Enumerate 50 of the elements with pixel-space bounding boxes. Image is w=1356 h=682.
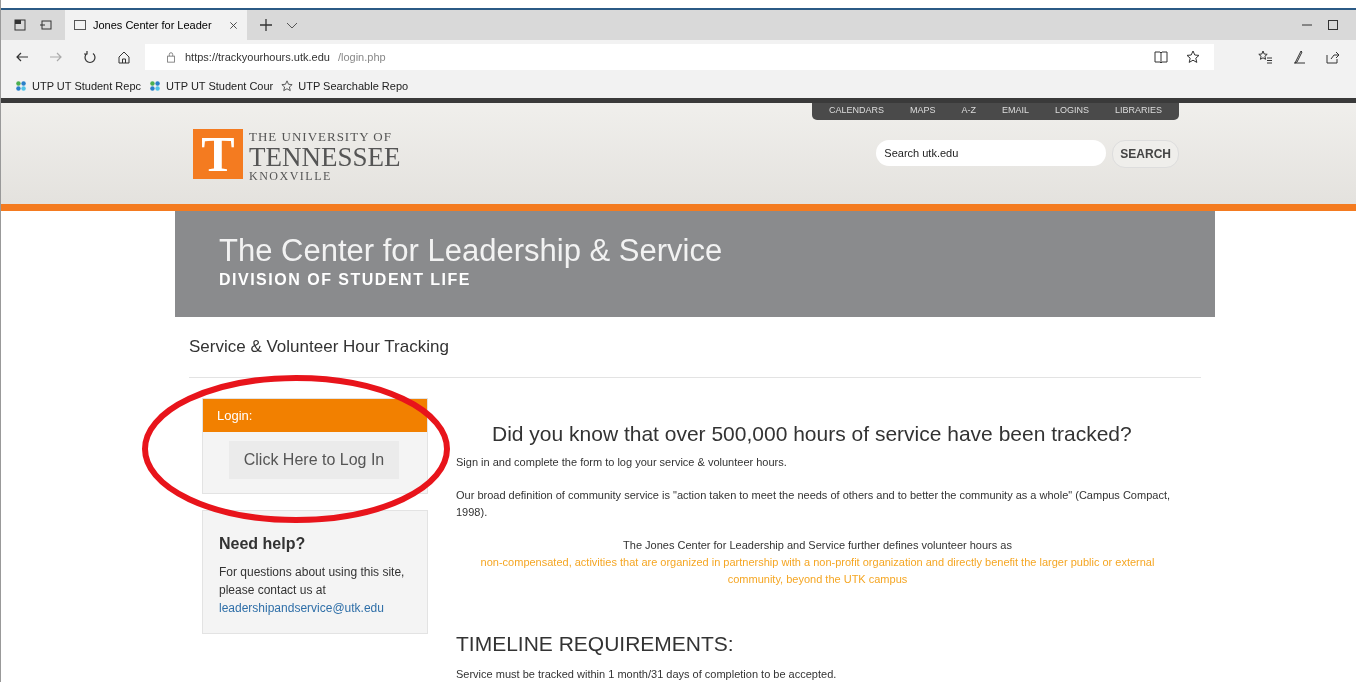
refresh-icon[interactable]	[83, 50, 97, 64]
pen-icon[interactable]	[1292, 50, 1306, 64]
reading-view-icon[interactable]	[1154, 50, 1168, 64]
top-link[interactable]: LIBRARIES	[1101, 103, 1175, 120]
logo-mark: T	[193, 129, 243, 179]
tabs-aside-icon[interactable]	[39, 18, 53, 32]
help-heading: Need help?	[219, 535, 307, 553]
headline: Did you know that over 500,000 hours of service have been tracked?	[492, 422, 1133, 446]
top-link[interactable]: A-Z	[948, 103, 989, 120]
logo-text: KNOXVILLE	[249, 169, 333, 184]
top-link[interactable]: EMAIL	[988, 103, 1042, 120]
top-link[interactable]: CALENDARS	[815, 103, 897, 120]
home-icon[interactable]	[117, 50, 131, 64]
definition-text: The Jones Center for Leadership and Service further defines volunteer hours as	[622, 538, 1013, 553]
banner-subtitle: DIVISION OF STUDENT LIFE	[219, 271, 472, 289]
logo-text: THE UNIVERSITY OF	[249, 129, 393, 145]
address-bar[interactable]: https://trackyourhours.utk.edu /login.php	[145, 44, 1214, 70]
bookmark[interactable]: UTP UT Student Cour	[149, 80, 274, 92]
login-header: Login:	[203, 399, 427, 432]
banner-title: The Center for Leadership & Service	[219, 233, 724, 269]
timeline-text: Service must be tracked within 1 month/31 days of completion to be accepted.	[456, 667, 838, 682]
search-button[interactable]: SEARCH	[1112, 140, 1179, 168]
lock-icon	[165, 51, 177, 63]
search-field[interactable]: Search utk.edu	[876, 140, 1107, 166]
section-heading: TIMELINE REQUIREMENTS:	[456, 632, 735, 656]
browser-tab[interactable]: Jones Center for Leader	[65, 10, 247, 40]
definition-text: Our broad definition of community service is "action taken to meet the needs of others and to better the community as a whole" (Campus Compact, 1998).	[456, 488, 1171, 520]
bookmark[interactable]: UTP UT Student Repc	[15, 80, 142, 92]
logo-text: TENNESSEE	[249, 145, 401, 169]
close-icon[interactable]	[227, 19, 239, 31]
page-icon	[73, 18, 87, 32]
intro-text: Sign in and complete the form to log your service & volunteer hours.	[456, 455, 788, 470]
bookmark[interactable]: UTP Searchable Repo	[281, 80, 409, 92]
top-link[interactable]: MAPS	[896, 103, 949, 120]
star-icon[interactable]	[1186, 50, 1200, 64]
contact-address-link[interactable]: leadershipandservice@utk.edu	[219, 601, 384, 615]
back-icon[interactable]	[15, 50, 29, 64]
page-title: Service & Volunteer Hour Tracking	[189, 337, 1201, 378]
login-button[interactable]: Click Here to Log In	[229, 441, 399, 479]
new-tab-icon[interactable]	[258, 18, 273, 32]
favorites-icon[interactable]	[1258, 50, 1272, 64]
apps-icon	[149, 80, 162, 92]
share-icon[interactable]	[1326, 50, 1340, 64]
apps-icon	[15, 80, 27, 92]
tab-manager-icon[interactable]	[13, 18, 27, 32]
highlight-text: non-compensated, activities that are organized in partnership with a non-profit organization and directly benefit the larger public or external community, beyond the UTK campus	[479, 555, 1156, 587]
top-link[interactable]: LOGINS	[1041, 103, 1102, 120]
help-text: For questions about using this site, please contact us at leadershipandservice@utk.edu	[219, 564, 406, 617]
maximize-icon[interactable]	[1326, 18, 1340, 32]
star-icon	[281, 80, 294, 92]
